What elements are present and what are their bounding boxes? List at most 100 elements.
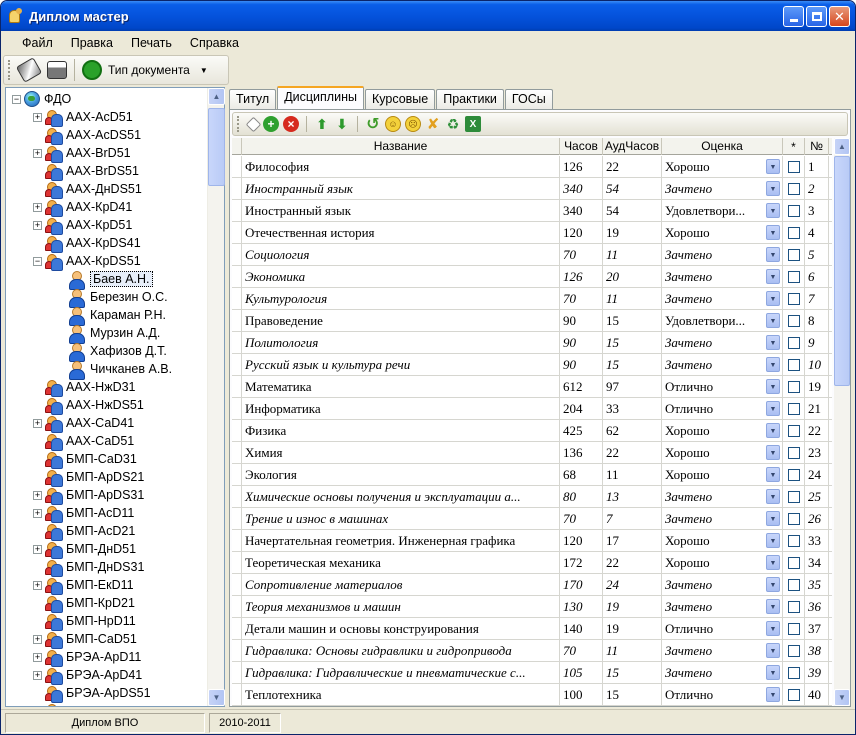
tree-group[interactable]: + ААХ-СаD41 [33, 414, 134, 433]
table-row[interactable]: Физика 425 62 Хорошо ▼ 22 [232, 420, 832, 442]
tree-student[interactable]: Караман Р.Н. [68, 306, 166, 326]
cell-aud-hours[interactable]: 19 [603, 596, 662, 618]
cell-number[interactable]: 3 [805, 200, 829, 222]
row-indicator[interactable] [232, 574, 242, 596]
table-row[interactable]: Теплотехника 100 15 Отлично ▼ 40 [232, 684, 832, 706]
row-checkbox[interactable] [787, 667, 800, 679]
dropdown-arrow-icon[interactable]: ▼ [766, 665, 780, 680]
scroll-up-button[interactable]: ▲ [208, 88, 225, 105]
row-indicator[interactable] [232, 288, 242, 310]
tree-group[interactable]: БМП-ДнDS31 [33, 558, 144, 577]
cell-number[interactable]: 7 [805, 288, 829, 310]
cell-aud-hours[interactable]: 33 [603, 398, 662, 420]
cell-hours[interactable]: 340 [560, 178, 603, 200]
cell-aud-hours[interactable]: 22 [603, 156, 662, 178]
dropdown-arrow-icon[interactable]: ▼ [766, 555, 780, 570]
cell-number[interactable]: 33 [805, 530, 829, 552]
row-checkbox[interactable] [787, 227, 800, 239]
tab-state-exams[interactable]: ГОСы [504, 89, 553, 109]
cell-name[interactable]: Отечественная история [242, 222, 560, 244]
table-row[interactable]: Гидравлика: Основы гидравлики и гидропри… [232, 640, 832, 662]
dropdown-arrow-icon[interactable]: ▼ [766, 159, 780, 174]
move-up-icon[interactable]: ⬆ [314, 116, 330, 132]
row-checkbox[interactable] [787, 491, 800, 503]
cell-hours[interactable]: 100 [560, 684, 603, 706]
table-row[interactable]: Трение и износ в машинах 70 7 Зачтено ▼ 26 [232, 508, 832, 530]
cell-number[interactable]: 8 [805, 310, 829, 332]
cell-aud-hours[interactable]: 19 [603, 618, 662, 640]
cell-grade[interactable]: Хорошо ▼ [662, 420, 783, 442]
row-indicator[interactable] [232, 552, 242, 574]
cell-name[interactable]: Экономика [242, 266, 560, 288]
row-checkbox[interactable] [787, 645, 800, 657]
expand-toggle[interactable]: + [33, 670, 42, 680]
cell-grade[interactable]: Отлично ▼ [662, 376, 783, 398]
cell-aud-hours[interactable]: 13 [603, 486, 662, 508]
expand-toggle[interactable]: + [33, 508, 42, 518]
dropdown-arrow-icon[interactable]: ▼ [766, 423, 780, 438]
cell-number[interactable]: 40 [805, 684, 829, 706]
row-indicator[interactable] [232, 684, 242, 706]
cell-name[interactable]: Русский язык и культура речи [242, 354, 560, 376]
cell-name[interactable]: Начертательная геометрия. Инженерная гра… [242, 530, 560, 552]
cell-grade[interactable]: Хорошо ▼ [662, 530, 783, 552]
row-indicator[interactable] [232, 464, 242, 486]
tree-group[interactable]: + БМП-АсD11 [33, 504, 134, 523]
row-indicator[interactable] [232, 200, 242, 222]
table-row[interactable]: Химия 136 22 Хорошо ▼ 23 [232, 442, 832, 464]
expand-toggle[interactable]: + [33, 148, 42, 158]
cell-aud-hours[interactable]: 11 [603, 640, 662, 662]
dropdown-arrow-icon[interactable]: ▼ [766, 379, 780, 394]
tab-practice[interactable]: Практики [436, 89, 504, 109]
cell-number[interactable]: 26 [805, 508, 829, 530]
tab-title[interactable]: Титул [229, 89, 277, 109]
table-row[interactable]: Химические основы получения и эксплуатац… [232, 486, 832, 508]
cell-hours[interactable]: 70 [560, 244, 603, 266]
table-row[interactable]: Гидравлика: Гидравлические и пневматичес… [232, 662, 832, 684]
cell-aud-hours[interactable]: 20 [603, 266, 662, 288]
row-indicator[interactable] [232, 508, 242, 530]
menu-help[interactable]: Справка [181, 33, 248, 53]
cell-hours[interactable]: 70 [560, 640, 603, 662]
table-row[interactable]: Правоведение 90 15 Удовлетвори... ▼ 8 [232, 310, 832, 332]
cell-name[interactable]: Теоретическая механика [242, 552, 560, 574]
cell-hours[interactable]: 80 [560, 486, 603, 508]
grid-scrollbar[interactable]: ▲ ▼ [834, 138, 850, 706]
cell-number[interactable]: 5 [805, 244, 829, 266]
dropdown-arrow-icon[interactable]: ▼ [766, 203, 780, 218]
tree-group[interactable]: ААХ-КрDS41 [33, 234, 141, 253]
cell-grade[interactable]: Хорошо ▼ [662, 552, 783, 574]
cell-number[interactable]: 4 [805, 222, 829, 244]
dropdown-arrow-icon[interactable]: ▼ [766, 687, 780, 702]
cell-aud-hours[interactable]: 54 [603, 178, 662, 200]
dropdown-arrow-icon[interactable]: ▼ [766, 225, 780, 240]
dropdown-arrow-icon[interactable]: ▼ [766, 577, 780, 592]
row-indicator[interactable] [232, 530, 242, 552]
cell-number[interactable]: 35 [805, 574, 829, 596]
row-indicator[interactable] [232, 376, 242, 398]
expand-toggle[interactable]: + [33, 220, 42, 230]
row-checkbox[interactable] [787, 293, 800, 305]
dropdown-arrow-icon[interactable]: ▼ [766, 621, 780, 636]
dropdown-arrow-icon[interactable]: ▼ [766, 445, 780, 460]
table-row[interactable]: Теория механизмов и машин 130 19 Зачтено ▼ 36 [232, 596, 832, 618]
expand-toggle[interactable]: + [33, 112, 42, 122]
cell-number[interactable]: 39 [805, 662, 829, 684]
cell-aud-hours[interactable]: 15 [603, 684, 662, 706]
cell-grade[interactable]: Зачтено ▼ [662, 178, 783, 200]
row-indicator[interactable] [232, 222, 242, 244]
cell-name[interactable]: Физика [242, 420, 560, 442]
dropdown-arrow-icon[interactable]: ▼ [766, 357, 780, 372]
tree-group[interactable]: + ААХ-КрD51 [33, 216, 132, 235]
cell-hours[interactable]: 126 [560, 156, 603, 178]
cell-hours[interactable]: 105 [560, 662, 603, 684]
cell-name[interactable]: Сопротивление материалов [242, 574, 560, 596]
cell-name[interactable]: Политология [242, 332, 560, 354]
cell-name[interactable]: Иностранный язык [242, 200, 560, 222]
cell-grade[interactable]: Отлично ▼ [662, 398, 783, 420]
menu-file[interactable]: Файл [13, 33, 62, 53]
row-checkbox[interactable] [787, 425, 800, 437]
table-row[interactable]: Иностранный язык 340 54 Удовлетвори... ▼ 3 [232, 200, 832, 222]
tree-scrollbar[interactable]: ▲ ▼ [207, 88, 225, 706]
table-row[interactable]: Теоретическая механика 172 22 Хорошо ▼ 34 [232, 552, 832, 574]
